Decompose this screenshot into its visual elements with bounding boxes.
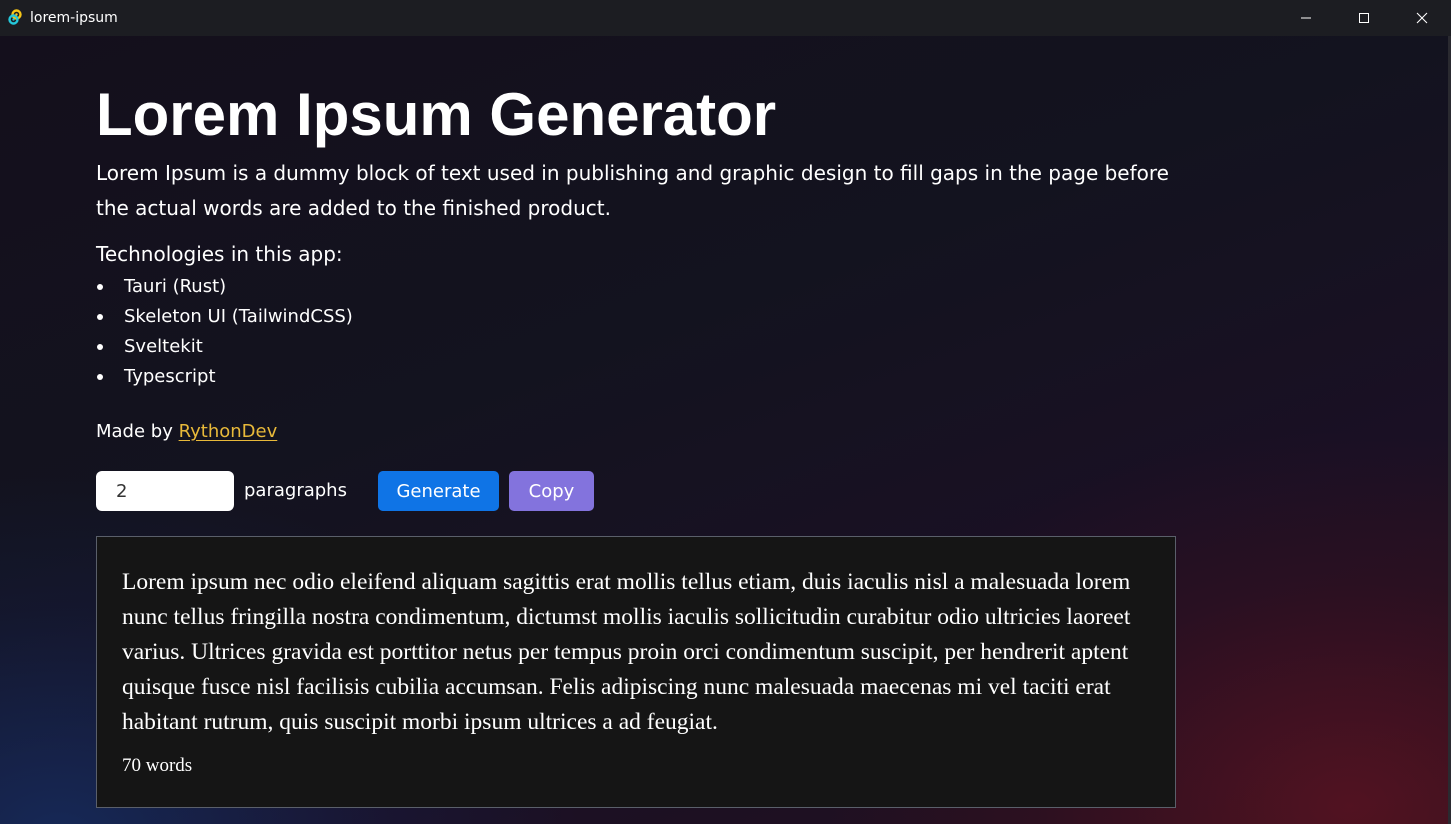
list-item: Typescript bbox=[96, 362, 353, 392]
bullet-icon bbox=[97, 344, 103, 350]
made-by-credit: Made by RythonDev bbox=[96, 417, 277, 447]
technologies-heading: Technologies in this app: bbox=[96, 242, 343, 266]
main-content: Lorem Ipsum Generator Lorem Ipsum is a d… bbox=[0, 36, 1451, 824]
bullet-icon bbox=[97, 374, 103, 380]
app-window: lorem-ipsum Lorem Ipsum Generator Lorem … bbox=[0, 0, 1451, 824]
technology-label: Skeleton UI (TailwindCSS) bbox=[124, 306, 353, 327]
paragraphs-label: paragraphs bbox=[244, 480, 347, 501]
list-item: Skeleton UI (TailwindCSS) bbox=[96, 302, 353, 332]
title-bar[interactable]: lorem-ipsum bbox=[0, 0, 1451, 36]
technology-label: Typescript bbox=[124, 366, 216, 387]
page-title: Lorem Ipsum Generator bbox=[96, 81, 777, 148]
technologies-list: Tauri (Rust) Skeleton UI (TailwindCSS) S… bbox=[96, 272, 353, 392]
maximize-button[interactable] bbox=[1335, 0, 1393, 36]
minimize-button[interactable] bbox=[1277, 0, 1335, 36]
page-description: Lorem Ipsum is a dummy block of text use… bbox=[96, 161, 1169, 220]
generator-controls: paragraphs Generate Copy bbox=[96, 471, 696, 511]
generate-button[interactable]: Generate bbox=[378, 471, 499, 511]
technology-label: Sveltekit bbox=[124, 336, 203, 357]
window-title: lorem-ipsum bbox=[30, 10, 118, 26]
close-icon bbox=[1416, 12, 1428, 24]
output-panel: Lorem ipsum nec odio eleifend aliquam sa… bbox=[96, 536, 1176, 808]
list-item: Tauri (Rust) bbox=[96, 272, 353, 302]
made-by-prefix: Made by bbox=[96, 421, 173, 442]
minimize-icon bbox=[1300, 12, 1312, 24]
close-button[interactable] bbox=[1393, 0, 1451, 36]
bullet-icon bbox=[97, 284, 103, 290]
technology-label: Tauri (Rust) bbox=[124, 276, 227, 297]
copy-button[interactable]: Copy bbox=[509, 471, 594, 511]
paragraph-count-input[interactable] bbox=[96, 471, 234, 511]
window-controls bbox=[1277, 0, 1451, 36]
tauri-logo-icon bbox=[7, 9, 23, 25]
list-item: Sveltekit bbox=[96, 332, 353, 362]
maximize-icon bbox=[1358, 12, 1370, 24]
bullet-icon bbox=[97, 314, 103, 320]
generated-text: Lorem ipsum nec odio eleifend aliquam sa… bbox=[122, 569, 1131, 735]
word-count: 70 words bbox=[122, 755, 193, 776]
author-link[interactable]: RythonDev bbox=[179, 421, 278, 442]
